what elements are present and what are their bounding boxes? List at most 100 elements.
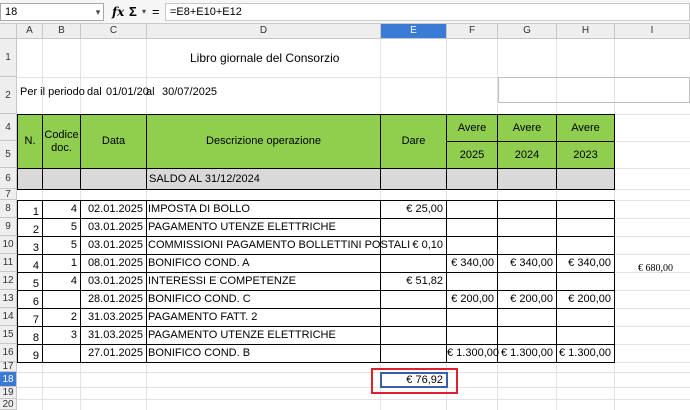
cell-i11[interactable]: € 680,00: [615, 261, 673, 277]
cell-avere-2024[interactable]: [497, 200, 557, 219]
column-header-h[interactable]: H: [557, 24, 615, 39]
cell-descrizione[interactable]: INTERESSI E COMPETENZE: [146, 272, 381, 291]
cell-avere-2023[interactable]: € 340,00: [556, 254, 615, 273]
cell-data[interactable]: 31.03.2025: [80, 326, 147, 345]
cell-codice[interactable]: 1: [42, 254, 81, 273]
row-header-selected[interactable]: 18: [0, 372, 17, 387]
cell-n[interactable]: 5: [17, 272, 43, 291]
row-header[interactable]: 15: [0, 326, 17, 344]
cell-avere-2025[interactable]: € 200,00: [446, 290, 498, 309]
row-header[interactable]: 5: [0, 141, 17, 168]
cell-avere-2025[interactable]: [446, 218, 498, 237]
cell-descrizione[interactable]: BONIFICO COND. A: [146, 254, 381, 273]
cell-dare[interactable]: [380, 344, 447, 363]
column-header-d[interactable]: D: [147, 24, 381, 39]
column-header-i[interactable]: I: [615, 24, 690, 39]
cell-data[interactable]: 03.01.2025: [80, 272, 147, 291]
cell-avere-2024[interactable]: [497, 308, 557, 327]
cell-n[interactable]: 6: [17, 290, 43, 309]
row-header[interactable]: 10: [0, 236, 17, 254]
cell-codice[interactable]: 5: [42, 236, 81, 255]
formula-input[interactable]: =E8+E10+E12: [165, 3, 690, 21]
cell-avere-2023[interactable]: [556, 200, 615, 219]
row-header[interactable]: 12: [0, 272, 17, 290]
cell-descrizione[interactable]: BONIFICO COND. B: [146, 344, 381, 363]
row-header[interactable]: 4: [0, 114, 17, 141]
cell-avere-2025[interactable]: [446, 200, 498, 219]
row-header[interactable]: 6: [0, 168, 17, 189]
row-header[interactable]: 9: [0, 218, 17, 236]
sum-button[interactable]: Σ: [129, 3, 137, 20]
cell-avere-2024[interactable]: [497, 326, 557, 345]
cell-avere-2023[interactable]: [556, 236, 615, 255]
column-header-c[interactable]: C: [81, 24, 147, 39]
row-header[interactable]: 20: [0, 399, 17, 410]
cell-descrizione[interactable]: BONIFICO COND. C: [146, 290, 381, 309]
cell-n[interactable]: 8: [17, 326, 43, 345]
cell-descrizione[interactable]: PAGAMENTO UTENZE ELETTRICHE: [146, 218, 381, 237]
column-header-f[interactable]: F: [447, 24, 498, 39]
cell-dare[interactable]: [380, 254, 447, 273]
cell-n[interactable]: 7: [17, 308, 43, 327]
cell-data[interactable]: 28.01.2025: [80, 290, 147, 309]
cell-avere-2025[interactable]: € 340,00: [446, 254, 498, 273]
cell-data[interactable]: 02.01.2025: [80, 200, 147, 219]
cell-avere-2025[interactable]: € 1.300,00: [446, 344, 499, 363]
name-box[interactable]: 18: [0, 3, 104, 21]
row-header[interactable]: 7: [0, 189, 17, 200]
cell-data[interactable]: 08.01.2025: [80, 254, 147, 273]
column-header-a[interactable]: A: [17, 24, 43, 39]
cell-codice[interactable]: 5: [42, 218, 81, 237]
cell-dare[interactable]: [380, 290, 447, 309]
cell-avere-2025[interactable]: [446, 326, 498, 345]
column-header-e[interactable]: E: [381, 24, 447, 39]
row-header[interactable]: 16: [0, 344, 17, 362]
cell-avere-2023[interactable]: € 200,00: [556, 290, 615, 309]
cell-descrizione[interactable]: PAGAMENTO UTENZE ELETTRICHE: [146, 326, 381, 345]
row-header[interactable]: 14: [0, 308, 17, 326]
cell-n[interactable]: 9: [17, 344, 43, 363]
chevron-down-icon[interactable]: ▾: [93, 5, 103, 19]
cell-n[interactable]: 4: [17, 254, 43, 273]
cell-avere-2024[interactable]: [497, 218, 557, 237]
cell-codice[interactable]: 4: [42, 272, 81, 291]
cell-codice[interactable]: 4: [42, 200, 81, 219]
cell-avere-2025[interactable]: [446, 236, 498, 255]
cell-data[interactable]: 31.03.2025: [80, 308, 147, 327]
cell-data[interactable]: 03.01.2025: [80, 218, 147, 237]
cell-avere-2024[interactable]: [497, 236, 557, 255]
row-header[interactable]: 13: [0, 290, 17, 308]
cell-codice[interactable]: [42, 290, 81, 309]
cell-data[interactable]: 27.01.2025: [80, 344, 147, 363]
cell-avere-2024[interactable]: € 340,00: [497, 254, 557, 273]
column-header-b[interactable]: B: [43, 24, 81, 39]
cell-avere-2025[interactable]: [446, 308, 498, 327]
row-header[interactable]: 19: [0, 387, 17, 399]
select-all-corner[interactable]: [0, 24, 17, 39]
row-header[interactable]: 17: [0, 361, 17, 372]
cell-descrizione[interactable]: PAGAMENTO FATT. 2: [146, 308, 381, 327]
cell-codice[interactable]: [42, 344, 81, 363]
row-header[interactable]: 11: [0, 254, 17, 272]
row-header[interactable]: 1: [0, 39, 17, 77]
cell-avere-2024[interactable]: [497, 272, 557, 291]
cell-descrizione[interactable]: COMMISSIONI PAGAMENTO BOLLETTINI POSTALI: [146, 236, 410, 255]
cell-avere-2023[interactable]: [556, 326, 615, 345]
function-wizard-button[interactable]: fx: [112, 4, 124, 20]
cell-n[interactable]: 1: [17, 200, 43, 219]
cell-codice[interactable]: 3: [42, 326, 81, 345]
cell-n[interactable]: 2: [17, 218, 43, 237]
cell-descrizione[interactable]: IMPOSTA DI BOLLO: [146, 200, 381, 219]
cell-dare[interactable]: [380, 308, 447, 327]
cell-n[interactable]: 3: [17, 236, 43, 255]
cell-avere-2024[interactable]: € 1.300,00: [497, 344, 557, 363]
cell-avere-2023[interactable]: € 1.300,00: [556, 344, 615, 363]
column-header-g[interactable]: G: [498, 24, 557, 39]
cell-avere-2023[interactable]: [556, 218, 615, 237]
row-header[interactable]: 8: [0, 200, 17, 218]
row-header[interactable]: 2: [0, 77, 17, 114]
formula-button[interactable]: =: [152, 3, 160, 20]
cell-dare[interactable]: € 25,00: [380, 200, 447, 219]
sum-dropdown-icon[interactable]: ▾: [142, 5, 146, 19]
cell-avere-2023[interactable]: [556, 308, 615, 327]
